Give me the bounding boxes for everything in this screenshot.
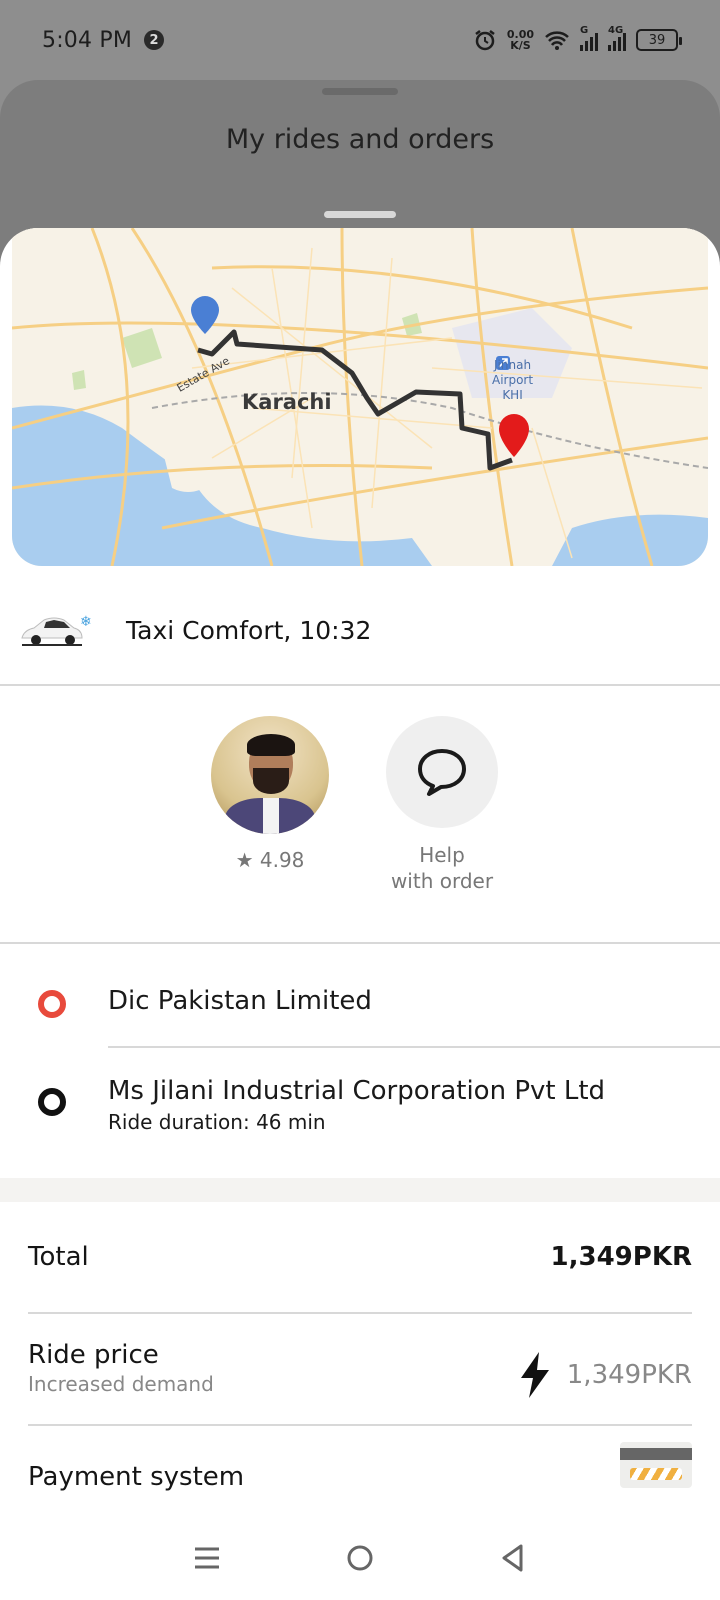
payment-card-icon[interactable] xyxy=(620,1442,692,1488)
airport-label-line1: Jinnah xyxy=(494,358,532,372)
order-details-sheet: Estate Ave Karachi Jinnah Airport KHI ❄ … xyxy=(0,228,720,1600)
price-divider xyxy=(28,1312,692,1314)
pickup-address: Dic Pakistan Limited xyxy=(108,986,372,1016)
airport-label-line3: KHI xyxy=(502,388,523,402)
back-sheet-handle[interactable] xyxy=(322,88,398,95)
ride-price-value-group: 1,349PKR xyxy=(517,1352,692,1398)
notification-count-badge: 2 xyxy=(144,30,165,50)
driver-avatar[interactable] xyxy=(211,716,329,834)
help-label: Help with order xyxy=(382,842,502,894)
map-canvas xyxy=(12,228,708,566)
map-airport-label: Jinnah Airport KHI xyxy=(492,358,533,403)
chat-bubble-icon xyxy=(418,749,466,796)
service-row: ❄ Taxi Comfort, 10:32 xyxy=(0,576,720,686)
screen: 5:04 PM 2 0.00 K/S G 4G 39 My rides and o… xyxy=(0,0,720,1600)
status-bar: 5:04 PM 2 0.00 K/S G 4G 39 xyxy=(0,0,720,80)
sim1-signal-icon: G xyxy=(580,25,598,51)
ride-price-row[interactable]: Ride price Increased demand 1,349PKR xyxy=(28,1340,692,1398)
sim2-network-label: 4G xyxy=(608,25,624,36)
order-sheet-handle[interactable] xyxy=(324,211,396,218)
recent-apps-icon[interactable] xyxy=(192,1543,222,1573)
alarm-icon xyxy=(475,30,495,51)
map-city-label: Karachi xyxy=(242,390,332,414)
sim1-network-label: G xyxy=(580,25,589,36)
ride-price-value: 1,349PKR xyxy=(566,1360,692,1390)
route-map[interactable]: Estate Ave Karachi Jinnah Airport KHI xyxy=(12,228,708,566)
help-label-line1: Help xyxy=(419,843,465,867)
home-icon[interactable] xyxy=(345,1543,375,1573)
driver-card[interactable]: ★ 4.98 xyxy=(210,716,330,872)
dropoff-dot-icon xyxy=(38,1088,66,1116)
total-row: Total 1,349PKR xyxy=(28,1242,692,1272)
svg-text:❄: ❄ xyxy=(80,614,92,630)
ride-duration: Ride duration: 46 min xyxy=(108,1110,326,1134)
battery-icon: 39 xyxy=(636,29,682,51)
help-label-line2: with order xyxy=(390,869,494,893)
route-divider xyxy=(108,1046,720,1048)
status-icons: 0.00 K/S G 4G 39 xyxy=(473,25,682,52)
wifi-icon xyxy=(545,31,569,50)
network-speed: 0.00 K/S xyxy=(507,29,534,51)
price-divider-2 xyxy=(28,1424,692,1426)
service-label: Taxi Comfort, 10:32 xyxy=(126,615,372,645)
rides-orders-title: My rides and orders xyxy=(225,124,495,155)
help-with-order-button[interactable]: Help with order xyxy=(382,716,502,894)
order-actions: ★ 4.98 Help with order xyxy=(0,688,720,944)
comfort-car-icon: ❄ xyxy=(20,610,92,650)
total-value: 1,349PKR xyxy=(550,1242,692,1272)
section-divider xyxy=(0,1178,720,1202)
status-time: 5:04 PM xyxy=(42,27,133,53)
payment-row[interactable]: Payment system xyxy=(28,1442,692,1492)
airport-label-line2: Airport xyxy=(492,373,534,387)
battery-level: 39 xyxy=(648,32,666,48)
route-details: Dic Pakistan Limited Ms Jilani Industria… xyxy=(0,946,720,1176)
dropoff-address: Ms Jilani Industrial Corporation Pvt Ltd xyxy=(108,1076,606,1106)
pickup-dot-icon xyxy=(38,990,66,1018)
back-icon[interactable] xyxy=(498,1543,528,1573)
driver-rating: ★ 4.98 xyxy=(235,848,305,872)
system-nav-bar xyxy=(0,1516,720,1600)
help-button-circle[interactable] xyxy=(386,716,498,828)
payment-label: Payment system xyxy=(28,1462,245,1492)
network-speed-unit: K/S xyxy=(510,39,531,52)
sim2-signal-icon: 4G xyxy=(608,25,626,51)
surge-lightning-icon xyxy=(520,1352,549,1398)
